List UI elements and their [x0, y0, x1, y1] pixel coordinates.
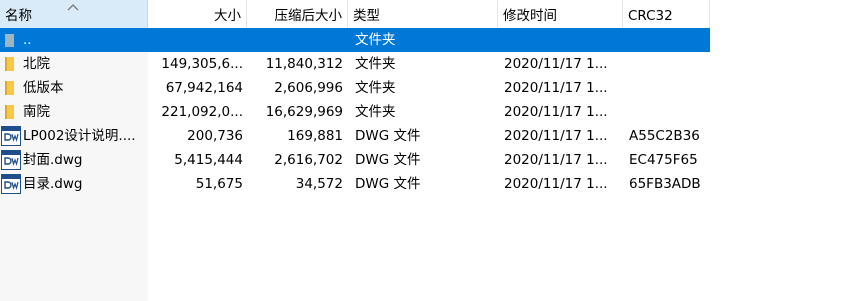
column-header-type-label: 类型: [353, 8, 380, 24]
file-name: 封面.dwg: [23, 152, 83, 168]
crc32: [629, 28, 709, 52]
file-name: 目录.dwg: [23, 176, 83, 192]
file-size: 149,305,6...: [161, 56, 243, 72]
file-name: LP002设计说明....: [23, 128, 136, 144]
modified-time: 2020/11/17 1...: [504, 80, 608, 96]
packed-size: 16,629,969: [265, 104, 343, 120]
packed-size: [247, 28, 343, 52]
dwg-file-icon: [1, 174, 21, 194]
file-size: [148, 28, 243, 52]
modified-time: 2020/11/17 1...: [504, 152, 608, 168]
modified-time: 2020/11/17 1...: [504, 176, 608, 192]
file-row[interactable]: 目录.dwg 51,675 34,572 DWG 文件 2020/11/17 1... 6…: [0, 172, 844, 196]
column-header-bar: 名称 大小 压缩后大小 类型 修改时间 CRC32: [0, 0, 844, 28]
column-header-type[interactable]: 类型: [348, 0, 498, 28]
file-size: 51,675: [195, 176, 243, 192]
column-header-size[interactable]: 大小: [148, 0, 247, 28]
dwg-file-icon: [1, 126, 21, 146]
modified-time: 2020/11/17 1...: [504, 104, 608, 120]
crc32: EC475F65: [629, 152, 698, 168]
packed-size: 169,881: [287, 128, 343, 144]
crc32: [629, 76, 709, 100]
file-name: ..: [23, 32, 32, 48]
column-header-crc32-label: CRC32: [628, 8, 673, 24]
folder-icon: [5, 57, 14, 71]
file-type: 文件夹: [355, 56, 396, 72]
column-header-modified[interactable]: 修改时间: [498, 0, 623, 28]
file-row[interactable]: LP002设计说明.... 200,736 169,881 DWG 文件 2020/11…: [0, 124, 844, 148]
column-header-size-label: 大小: [214, 8, 241, 24]
dwg-file-icon: [1, 150, 21, 170]
file-name: 北院: [23, 56, 50, 72]
file-row[interactable]: .. 文件夹: [0, 28, 844, 52]
file-name: 低版本: [23, 80, 64, 96]
column-header-crc32[interactable]: CRC32: [623, 0, 710, 28]
file-type: 文件夹: [355, 104, 396, 120]
column-header-packed-size-label: 压缩后大小: [274, 8, 343, 24]
file-size: 200,736: [187, 128, 243, 144]
column-header-name[interactable]: 名称: [0, 0, 148, 28]
modified-time: 2020/11/17 1...: [504, 56, 608, 72]
file-type: 文件夹: [355, 80, 396, 96]
file-type: DWG 文件: [355, 128, 421, 144]
modified-time: 2020/11/17 1...: [504, 128, 608, 144]
packed-size: 2,616,702: [274, 152, 343, 168]
crc32: [629, 52, 709, 76]
crc32: 65FB3ADB: [629, 176, 701, 192]
file-type: DWG 文件: [355, 176, 421, 192]
file-name: 南院: [23, 104, 50, 120]
file-size: 5,415,444: [174, 152, 243, 168]
file-type: 文件夹: [355, 32, 396, 48]
column-header-modified-label: 修改时间: [503, 8, 557, 24]
packed-size: 2,606,996: [274, 80, 343, 96]
file-row[interactable]: 封面.dwg 5,415,444 2,616,702 DWG 文件 2020/11/17…: [0, 148, 844, 172]
packed-size: 34,572: [295, 176, 343, 192]
file-type: DWG 文件: [355, 152, 421, 168]
column-header-packed-size[interactable]: 压缩后大小: [247, 0, 348, 28]
file-row[interactable]: 低版本 67,942,164 2,606,996 文件夹 2020/11/17 1...: [0, 76, 844, 100]
file-size: 67,942,164: [165, 80, 243, 96]
crc32: A55C2B36: [629, 128, 700, 144]
folder-icon: [5, 105, 14, 119]
modified-time: [504, 28, 619, 52]
column-header-name-label: 名称: [5, 8, 32, 24]
sort-ascending-icon: [67, 4, 79, 11]
file-row[interactable]: 北院 149,305,6... 11,840,312 文件夹 2020/11/17 1.…: [0, 52, 844, 76]
folder-icon: [5, 81, 14, 95]
file-size: 221,092,0...: [161, 104, 243, 120]
parent-folder-icon: [5, 34, 14, 47]
file-row[interactable]: 南院 221,092,0... 16,629,969 文件夹 2020/11/17 1.…: [0, 100, 844, 124]
packed-size: 11,840,312: [265, 56, 343, 72]
crc32: [629, 100, 709, 124]
